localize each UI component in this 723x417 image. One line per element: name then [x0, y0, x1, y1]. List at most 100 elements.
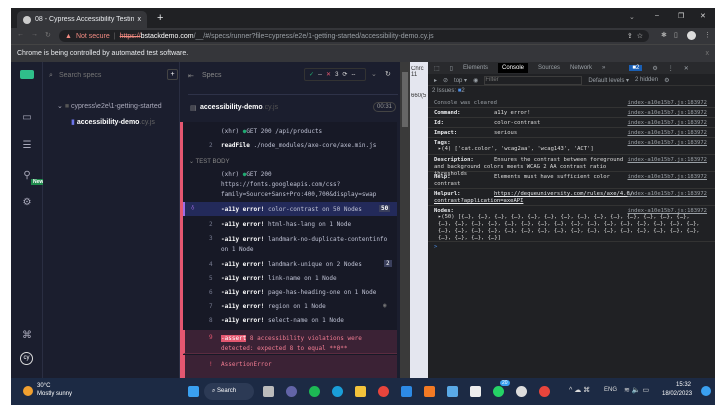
source-link[interactable]: index-a10e15b7.js:183972 [628, 110, 707, 116]
tab-search-icon[interactable]: ⌄ [629, 13, 635, 21]
keyboard-shortcuts-icon[interactable]: ⌘ [20, 330, 34, 342]
tab-title: 08 - Cypress Accessibility Testing [35, 16, 134, 23]
console-value[interactable]: https://dequeuniversity.com/rules/axe/4.… [434, 191, 634, 205]
close-window-icon[interactable]: ✕ [700, 12, 706, 20]
weather-text[interactable]: Mostly sunny [37, 391, 72, 397]
source-link[interactable]: index-a10e15b7.js:183972 [628, 100, 707, 106]
file-explorer-icon[interactable] [355, 386, 366, 397]
close-tab-icon[interactable]: x [138, 16, 142, 23]
command-row[interactable]: readFile ./node_modules/axe-core/axe.min… [221, 142, 421, 149]
profile-avatar[interactable] [687, 31, 696, 40]
console-filter-input[interactable] [484, 75, 583, 85]
folder-row[interactable]: ⌄ ■ cypress\e2e\1-getting-started [57, 102, 162, 110]
clear-console-icon[interactable]: ⊘ [443, 77, 448, 84]
runs-nav-icon[interactable]: ☰ [20, 140, 34, 152]
address-bar[interactable]: ▲ Not secure | https://bstackdemo.com/__… [59, 30, 649, 42]
console-value[interactable]: ▸(4) ['cat.color', 'wcag2aa', 'wcag143',… [438, 146, 703, 153]
test-body-toggle[interactable]: ⌄ TEST BODY [189, 158, 230, 165]
eye-icon[interactable]: ◉ [383, 302, 387, 309]
back-icon[interactable]: ← [17, 31, 24, 38]
sidebar-toggle-icon[interactable]: ▸ [434, 77, 437, 84]
console-value[interactable]: ▸(50) [{…}, {…}, {…}, {…}, {…}, {…}, {…}… [438, 214, 703, 242]
source-link[interactable]: index-a10e15b7.js:183972 [628, 191, 707, 197]
tray-icons[interactable]: ^ ☁ ⌘ [569, 386, 590, 394]
infobar-close-icon[interactable]: x [706, 50, 710, 57]
console-settings-icon[interactable]: ⚙ [664, 77, 669, 84]
whatsapp-icon[interactable] [493, 386, 504, 397]
reload-icon[interactable]: ↻ [45, 31, 51, 39]
tab-elements[interactable]: Elements [463, 65, 488, 71]
tab-network[interactable]: Network [570, 65, 592, 71]
issues-bar[interactable]: 2 Issues: ■2 [432, 88, 465, 94]
edge-icon[interactable] [332, 386, 343, 397]
close-devtools-icon[interactable]: ✕ [684, 65, 689, 72]
source-link[interactable]: index-a10e15b7.js:183972 [628, 130, 707, 136]
command-row[interactable]: -a11y error! select-name on 1 Node [221, 317, 421, 324]
source-link[interactable]: index-a10e15b7.js:183972 [628, 140, 707, 146]
chrome-active-icon[interactable] [539, 386, 550, 397]
console-prompt[interactable]: > [428, 242, 715, 252]
source-link[interactable]: index-a10e15b7.js:183972 [628, 120, 707, 126]
menu-icon[interactable]: ⋮ [704, 31, 711, 39]
windows-start-icon[interactable] [188, 386, 199, 397]
more-icon[interactable]: ⋮ [668, 65, 674, 72]
spotify-icon[interactable] [309, 386, 320, 397]
levels-select[interactable]: Default levels ▾ [588, 77, 629, 84]
tab-console[interactable]: Console [498, 63, 529, 73]
notion-icon[interactable] [470, 386, 481, 397]
command-row[interactable]: (xhr) ●GET 200 /api/products [221, 128, 421, 135]
add-spec-button[interactable]: + [167, 69, 178, 80]
command-row[interactable]: -a11y error! html-has-lang on 1 Node [221, 221, 421, 228]
command-row[interactable]: (xhr) ●GET 200 https://fonts.googleapis.… [221, 170, 381, 200]
dropdown-button[interactable]: ⌄ [371, 70, 377, 78]
restore-icon[interactable]: ❐ [678, 12, 684, 20]
rerun-button[interactable]: ↻ [385, 70, 391, 78]
new-tab-button[interactable]: + [157, 12, 163, 24]
settings-nav-icon[interactable]: ⚙ [20, 197, 34, 209]
language-indicator[interactable]: ENG [604, 387, 617, 393]
source-link[interactable]: index-a10e15b7.js:183972 [628, 174, 707, 180]
notepad-icon[interactable] [447, 386, 458, 397]
console-toolbar: ▸ ⊘ top ▾ ◉ Default levels ▾ 2 hidden ⚙ [428, 75, 715, 86]
preview-scrollbar[interactable] [400, 62, 410, 378]
command-row[interactable]: -a11y error! landmark-no-duplicate-conte… [221, 235, 391, 255]
specs-panel: ⌕ + ⌄ ■ cypress\e2e\1-getting-started ▮ … [43, 62, 180, 378]
clock-date[interactable]: 18/02/2023 [662, 391, 692, 397]
source-link[interactable]: index-a10e15b7.js:183972 [628, 208, 707, 214]
command-row[interactable]: -a11y error! page-has-heading-one on 1 N… [221, 289, 421, 296]
side-panel-icon[interactable]: ▯ [674, 31, 678, 39]
live-expression-icon[interactable]: ◉ [473, 77, 478, 84]
not-secure-label[interactable]: Not secure [76, 33, 110, 40]
command-row[interactable]: -a11y error! region on 1 Node [221, 303, 421, 310]
duration-badge: 00:31 [373, 102, 397, 112]
device-toolbar-icon[interactable]: ▯ [450, 65, 453, 72]
share-icon[interactable]: ⇪ [627, 32, 633, 40]
chatgpt-icon[interactable] [516, 386, 527, 397]
specs-nav-icon[interactable]: ▭ [20, 112, 34, 124]
taskbar-search[interactable]: ⌕ Search [204, 383, 254, 400]
command-row[interactable]: -a11y error! link-name on 1 Node [221, 275, 421, 282]
browser-tab[interactable]: 08 - Cypress Accessibility Testing x [17, 11, 147, 28]
issues-badge[interactable]: ■2 [629, 65, 643, 71]
tab-sources[interactable]: Sources [538, 65, 560, 71]
vscode-icon[interactable] [401, 386, 412, 397]
forward-icon[interactable]: → [31, 31, 38, 38]
collapse-specs-icon[interactable]: ⇤ [188, 72, 194, 80]
search-specs-input[interactable] [59, 69, 154, 81]
minimize-icon[interactable]: – [655, 12, 659, 19]
chrome-icon[interactable] [378, 386, 389, 397]
user-avatar[interactable] [701, 386, 711, 396]
network-volume-battery-icons[interactable]: ≋ 🔈 ▭ [624, 386, 649, 394]
task-view-icon[interactable] [263, 386, 274, 397]
xampp-icon[interactable] [424, 386, 435, 397]
more-tabs-button[interactable]: » [602, 65, 605, 71]
settings-icon[interactable]: ⚙ [652, 65, 657, 72]
extensions-icon[interactable]: ✱ [661, 31, 667, 39]
inspect-icon[interactable]: ⬚ [434, 65, 440, 72]
source-link[interactable]: index-a10e15b7.js:183972 [628, 157, 707, 163]
clock-time[interactable]: 15:32 [676, 382, 691, 388]
teams-icon[interactable] [286, 386, 297, 397]
context-select[interactable]: top ▾ [454, 77, 467, 84]
spec-file-row[interactable]: ▮ accessibility-demo.cy.js [71, 118, 155, 126]
bookmark-star-icon[interactable]: ☆ [637, 32, 643, 40]
